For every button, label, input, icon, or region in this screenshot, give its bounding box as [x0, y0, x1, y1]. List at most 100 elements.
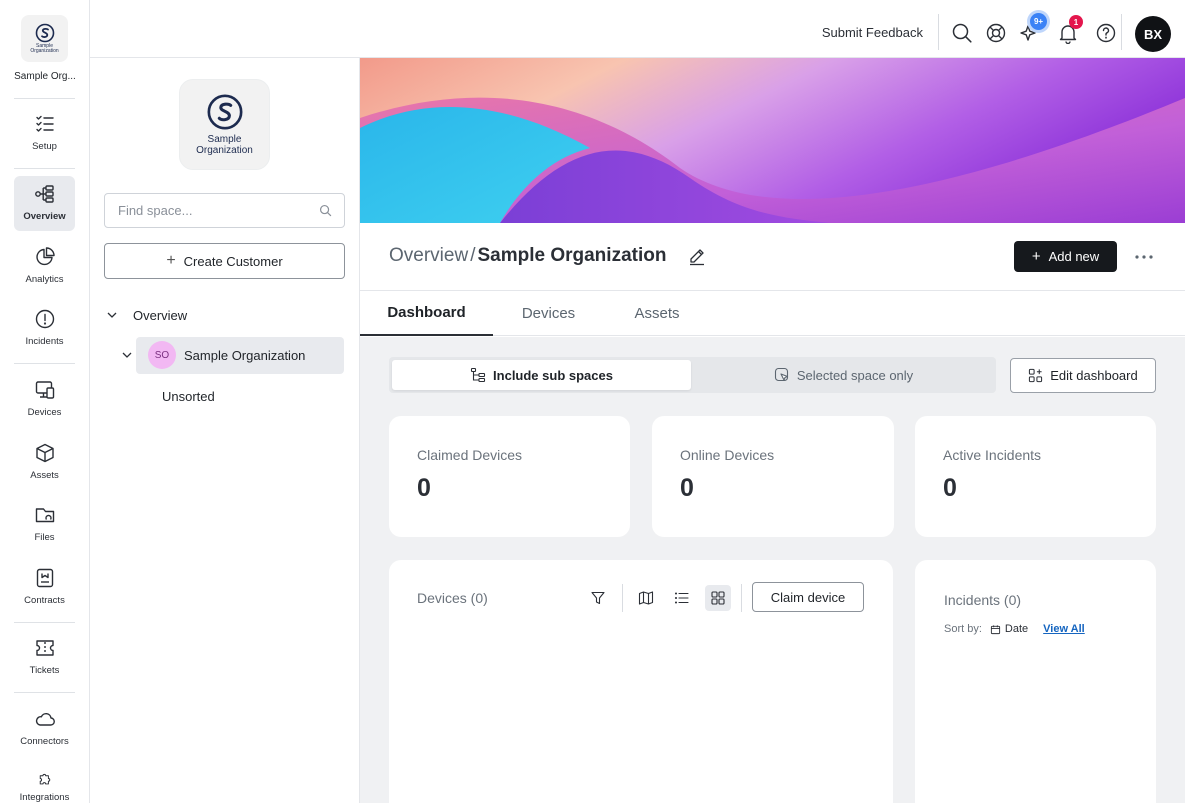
org-avatar: SO [148, 341, 176, 369]
rail-item-assets[interactable]: Assets [14, 435, 75, 490]
search-icon [319, 204, 332, 217]
find-space-field [104, 193, 345, 228]
sort-by-control: Sort by: Date View All [944, 623, 1085, 635]
rail-divider [14, 98, 75, 99]
rail-item-files[interactable]: Files [14, 497, 75, 552]
dashboard-area: Include sub spaces Selected space only E… [360, 337, 1185, 803]
rail-label: Contracts [24, 595, 65, 606]
rail-item-tickets[interactable]: Tickets [14, 630, 75, 685]
tree-item-sample-organization[interactable]: SO Sample Organization [121, 340, 305, 370]
list-view-button[interactable] [669, 585, 695, 611]
rail-item-integrations[interactable]: Integrations [14, 764, 75, 803]
edit-pencil-icon[interactable] [687, 246, 707, 266]
org-logo-small[interactable]: Sample Organization [21, 15, 68, 62]
contract-icon [36, 568, 53, 588]
devices-widget: Devices (0) Claim device [389, 560, 893, 803]
find-space-input[interactable] [105, 194, 305, 227]
more-options-icon[interactable] [1130, 251, 1158, 263]
rail-label: Assets [30, 470, 59, 481]
header-banner [360, 58, 1185, 223]
toolbar-divider [622, 584, 623, 612]
stat-card-online-devices: Online Devices 0 [652, 416, 894, 537]
breadcrumb-overview[interactable]: Overview [389, 245, 468, 267]
submit-feedback-link[interactable]: Submit Feedback [822, 25, 923, 40]
filter-button[interactable] [585, 585, 611, 611]
map-view-button[interactable] [633, 585, 659, 611]
tree-label: Overview [133, 307, 188, 323]
create-customer-label: Create Customer [183, 253, 283, 269]
breadcrumb-current: Sample Organization [477, 245, 667, 266]
tab-dashboard[interactable]: Dashboard [360, 291, 493, 336]
stat-card-claimed-devices: Claimed Devices 0 [389, 416, 630, 537]
breadcrumb-separator: / [470, 245, 476, 266]
rail-item-contracts[interactable]: Contracts [14, 560, 75, 615]
hierarchy-icon [34, 185, 54, 203]
tab-bar: Dashboard Devices Assets [360, 291, 1185, 336]
rail-item-overview[interactable]: Overview [14, 176, 75, 231]
selected-space-only-option[interactable]: Selected space only [694, 360, 993, 390]
ticket-icon [35, 640, 54, 656]
notifications-button[interactable]: 1 [1056, 15, 1083, 45]
page-title: Overview / Sample Organization [389, 245, 666, 267]
ai-assistant-button[interactable]: 9+ [1018, 13, 1047, 45]
add-new-button[interactable]: + Add new [1014, 241, 1117, 272]
org-name-small[interactable]: Sample Org... [0, 71, 90, 82]
edit-dashboard-button[interactable]: Edit dashboard [1010, 358, 1156, 393]
chevron-down-icon[interactable] [121, 349, 133, 361]
ai-badge: 9+ [1030, 13, 1047, 30]
scope-toggle: Include sub spaces Selected space only [389, 357, 996, 393]
devices-widget-toolbar [585, 584, 742, 612]
stat-value: 0 [943, 474, 957, 502]
org-s-logo-icon [207, 94, 242, 130]
support-button[interactable] [984, 21, 1008, 45]
puzzle-icon [39, 773, 50, 785]
sort-date-button[interactable]: Date [986, 623, 1028, 635]
rail-item-analytics[interactable]: Analytics [14, 239, 75, 294]
org-logo-large: Sample Organization [179, 79, 270, 170]
calendar-icon [990, 624, 1000, 634]
hierarchy-icon [470, 367, 486, 383]
topbar-divider [938, 14, 939, 50]
space-select-icon [774, 367, 788, 382]
view-all-link[interactable]: View All [1043, 623, 1085, 635]
create-customer-button[interactable]: + Create Customer [104, 243, 345, 279]
notification-badge: 1 [1069, 15, 1083, 29]
tree-item-overview[interactable]: Overview [106, 305, 187, 325]
cube-icon [35, 443, 54, 463]
filter-icon [591, 591, 605, 605]
incidents-widget: Incidents (0) Sort by: Date View All [915, 560, 1156, 803]
main-content: Overview / Sample Organization + Add new… [360, 58, 1185, 803]
stat-value: 0 [417, 474, 431, 502]
tab-devices[interactable]: Devices [493, 291, 604, 336]
selected-space-only-label: Selected space only [796, 367, 914, 383]
tab-assets[interactable]: Assets [604, 291, 710, 336]
add-new-label: Add new [1048, 249, 1100, 264]
space-panel: SampleOrganization + Create Customer Ove… [90, 58, 360, 803]
help-circle-icon [1096, 23, 1116, 43]
rail-label: Connectors [20, 736, 69, 747]
rail-item-incidents[interactable]: Incidents [14, 301, 75, 356]
user-avatar[interactable]: BX [1135, 16, 1171, 52]
help-button[interactable] [1094, 21, 1118, 45]
edit-dashboard-label: Edit dashboard [1050, 368, 1138, 383]
rail-item-devices[interactable]: Devices [14, 372, 75, 427]
rail-label: Overview [23, 211, 66, 222]
rail-label: Devices [27, 407, 62, 418]
plus-icon: + [1031, 248, 1041, 265]
search-button[interactable] [950, 21, 974, 45]
rail-item-connectors[interactable]: Connectors [14, 701, 75, 756]
claim-device-button[interactable]: Claim device [752, 582, 864, 612]
include-sub-spaces-option[interactable]: Include sub spaces [392, 360, 691, 390]
chevron-down-icon[interactable] [106, 309, 118, 321]
rail-label: Incidents [25, 336, 64, 347]
plus-icon: + [166, 252, 176, 269]
grid-view-button[interactable] [705, 585, 731, 611]
toolbar-divider [741, 584, 742, 612]
map-icon [638, 591, 654, 605]
tree-label: Sample Organization [184, 347, 306, 363]
tree-item-unsorted[interactable]: Unsorted [162, 386, 215, 406]
rail-item-setup[interactable]: Setup [14, 106, 75, 161]
left-rail: Sample Organization Sample Org... Setup O… [0, 0, 90, 803]
pie-chart-icon [35, 247, 55, 266]
org-logo-small-text: Sample Organization [30, 43, 59, 54]
